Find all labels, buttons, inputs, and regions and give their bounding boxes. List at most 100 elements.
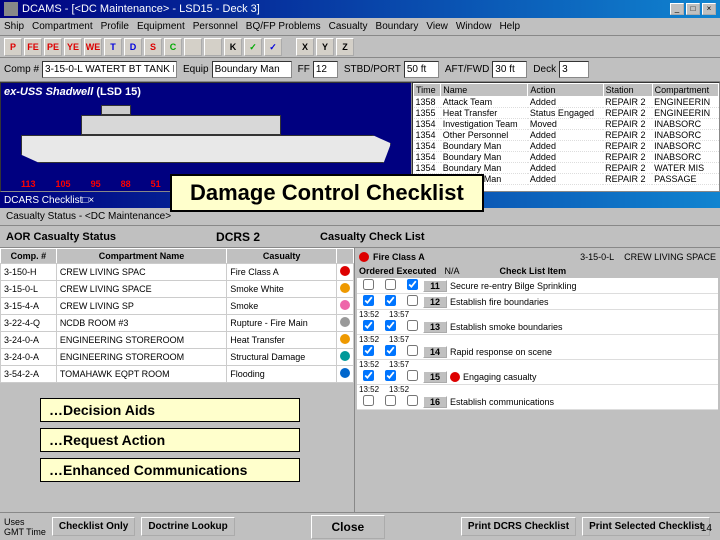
col-compname[interactable]: Compartment Name — [56, 249, 226, 264]
ordered-checkbox[interactable] — [363, 279, 374, 290]
banner-title: Damage Control Checklist — [170, 174, 484, 212]
minimize-button[interactable]: _ — [670, 3, 684, 15]
casualty-row[interactable]: 3-54-2-ATOMAHAWK EQPT ROOMFlooding — [1, 366, 354, 383]
uses-gmt: Uses GMT Time — [4, 517, 46, 537]
tool-ye[interactable]: YE — [64, 38, 82, 56]
tool-d[interactable]: D — [124, 38, 142, 56]
menu-profile[interactable]: Profile — [101, 21, 129, 32]
event-row[interactable]: 1354Boundary ManAddedREPAIR 2WATER MIS — [414, 163, 719, 174]
menu-view[interactable]: View — [426, 21, 448, 32]
checklist-item[interactable]: 12Establish fire boundaries — [357, 294, 718, 310]
maximize-button[interactable]: □ — [686, 3, 700, 15]
event-row[interactable]: 1354Boundary ManAddedREPAIR 2INABSORC — [414, 141, 719, 152]
checklist-item[interactable]: 11Secure re-entry Bilge Sprinkling — [357, 278, 718, 294]
deck-input[interactable] — [559, 61, 589, 78]
event-row[interactable]: 1354Other PersonnelAddedREPAIR 2INABSORC — [414, 130, 719, 141]
tool-t[interactable]: T — [104, 38, 122, 56]
checklist-pane: Fire Class A 3-15-0-L CREW LIVING SPACE … — [355, 248, 720, 528]
col-casualty[interactable]: Casualty — [227, 249, 337, 264]
dcars-close[interactable]: × — [88, 195, 94, 206]
menu-bqfp[interactable]: BQ/FP Problems — [246, 21, 321, 32]
menu-equipment[interactable]: Equipment — [137, 21, 185, 32]
equip-input[interactable] — [212, 61, 292, 78]
window-title: DCAMS - [<DC Maintenance> - LSD15 - Deck… — [22, 3, 260, 15]
tool-z[interactable]: Z — [336, 38, 354, 56]
na-checkbox[interactable] — [407, 295, 418, 306]
event-row[interactable]: 1354Investigation TeamMovedREPAIR 2INABS… — [414, 119, 719, 130]
checklist-item[interactable]: 15Engaging casualty — [357, 369, 718, 385]
col-action[interactable]: Action — [528, 84, 603, 97]
item-number: 13 — [423, 321, 447, 333]
tool-y[interactable]: Y — [316, 38, 334, 56]
tool-we[interactable]: WE — [84, 38, 102, 56]
na-checkbox[interactable] — [407, 395, 418, 406]
casualty-row[interactable]: 3-150-HCREW LIVING SPACFire Class A — [1, 264, 354, 281]
tool-x[interactable]: X — [296, 38, 314, 56]
col-compnum[interactable]: Comp. # — [1, 249, 57, 264]
col-name[interactable]: Name — [441, 84, 528, 97]
doctrine-lookup-button[interactable]: Doctrine Lookup — [141, 517, 234, 536]
col-comp[interactable]: Compartment — [652, 84, 718, 97]
close-button-bottom[interactable]: Close — [311, 515, 386, 539]
aft-input[interactable] — [492, 61, 527, 78]
casualty-pane: Comp. # Compartment Name Casualty 3-150-… — [0, 248, 355, 528]
col-time[interactable]: Time — [414, 84, 441, 97]
tool-check2[interactable]: ✓ — [264, 38, 282, 56]
event-row[interactable]: 1354Boundary ManAddedREPAIR 2INABSORC — [414, 152, 719, 163]
na-checkbox[interactable] — [407, 345, 418, 356]
ordered-checkbox[interactable] — [363, 395, 374, 406]
ship-diagram[interactable] — [21, 108, 391, 163]
na-checkbox[interactable] — [407, 279, 418, 290]
executed-checkbox[interactable] — [385, 295, 396, 306]
close-button[interactable]: × — [702, 3, 716, 15]
checklist-item[interactable]: 14Rapid response on scene — [357, 344, 718, 360]
checklist-item[interactable]: 13Establish smoke boundaries — [357, 319, 718, 335]
tool-check1[interactable]: ✓ — [244, 38, 262, 56]
ordered-checkbox[interactable] — [363, 320, 374, 331]
tool-fe[interactable]: FE — [24, 38, 42, 56]
casualty-table[interactable]: Comp. # Compartment Name Casualty 3-150-… — [0, 248, 354, 383]
event-row[interactable]: 1355Heat TransferStatus EngagedREPAIR 2E… — [414, 108, 719, 119]
executed-checkbox[interactable] — [385, 395, 396, 406]
col-station[interactable]: Station — [603, 84, 652, 97]
dcrs-label: DCRS 2 — [216, 230, 260, 244]
ordered-checkbox[interactable] — [363, 370, 374, 381]
executed-checkbox[interactable] — [385, 320, 396, 331]
ff-input[interactable] — [313, 61, 338, 78]
tool-pe[interactable]: PE — [44, 38, 62, 56]
casualty-row[interactable]: 3-15-0-LCREW LIVING SPACESmoke White — [1, 281, 354, 298]
bottom-bar: Uses GMT Time Checklist Only Doctrine Lo… — [0, 512, 720, 540]
chk-casualty: Fire Class A — [373, 252, 425, 262]
casualty-row[interactable]: 3-24-0-AENGINEERING STOREROOMStructural … — [1, 349, 354, 366]
event-row[interactable]: 1358Attack TeamAddedREPAIR 2ENGINEERIN — [414, 97, 719, 108]
menu-ship[interactable]: Ship — [4, 21, 24, 32]
menu-casualty[interactable]: Casualty — [329, 21, 368, 32]
tool-p[interactable]: P — [4, 38, 22, 56]
menu-window[interactable]: Window — [456, 21, 492, 32]
print-dcrs-button[interactable]: Print DCRS Checklist — [461, 517, 576, 536]
casualty-row[interactable]: 3-15-4-ACREW LIVING SPSmoke — [1, 298, 354, 315]
checklist-only-button[interactable]: Checklist Only — [52, 517, 135, 536]
tool-blank2[interactable] — [204, 38, 222, 56]
tool-c[interactable]: C — [164, 38, 182, 56]
na-checkbox[interactable] — [407, 370, 418, 381]
executed-checkbox[interactable] — [385, 345, 396, 356]
casualty-row[interactable]: 3-22-4-QNCDB ROOM #3Rupture - Fire Main — [1, 315, 354, 332]
menu-compartment[interactable]: Compartment — [32, 21, 93, 32]
menu-help[interactable]: Help — [499, 21, 520, 32]
ordered-checkbox[interactable] — [363, 295, 374, 306]
executed-checkbox[interactable] — [385, 279, 396, 290]
tool-s[interactable]: S — [144, 38, 162, 56]
menu-personnel[interactable]: Personnel — [193, 21, 238, 32]
checklist-item[interactable]: 16Establish communications — [357, 394, 718, 410]
casualty-row[interactable]: 3-24-0-AENGINEERING STOREROOMHeat Transf… — [1, 332, 354, 349]
ordered-checkbox[interactable] — [363, 345, 374, 356]
stbd-input[interactable] — [404, 61, 439, 78]
menu-boundary[interactable]: Boundary — [376, 21, 419, 32]
tool-k[interactable]: K — [224, 38, 242, 56]
print-selected-button[interactable]: Print Selected Checklist — [582, 517, 710, 536]
na-checkbox[interactable] — [407, 320, 418, 331]
executed-checkbox[interactable] — [385, 370, 396, 381]
tool-blank1[interactable] — [184, 38, 202, 56]
comp-input[interactable] — [42, 61, 177, 78]
